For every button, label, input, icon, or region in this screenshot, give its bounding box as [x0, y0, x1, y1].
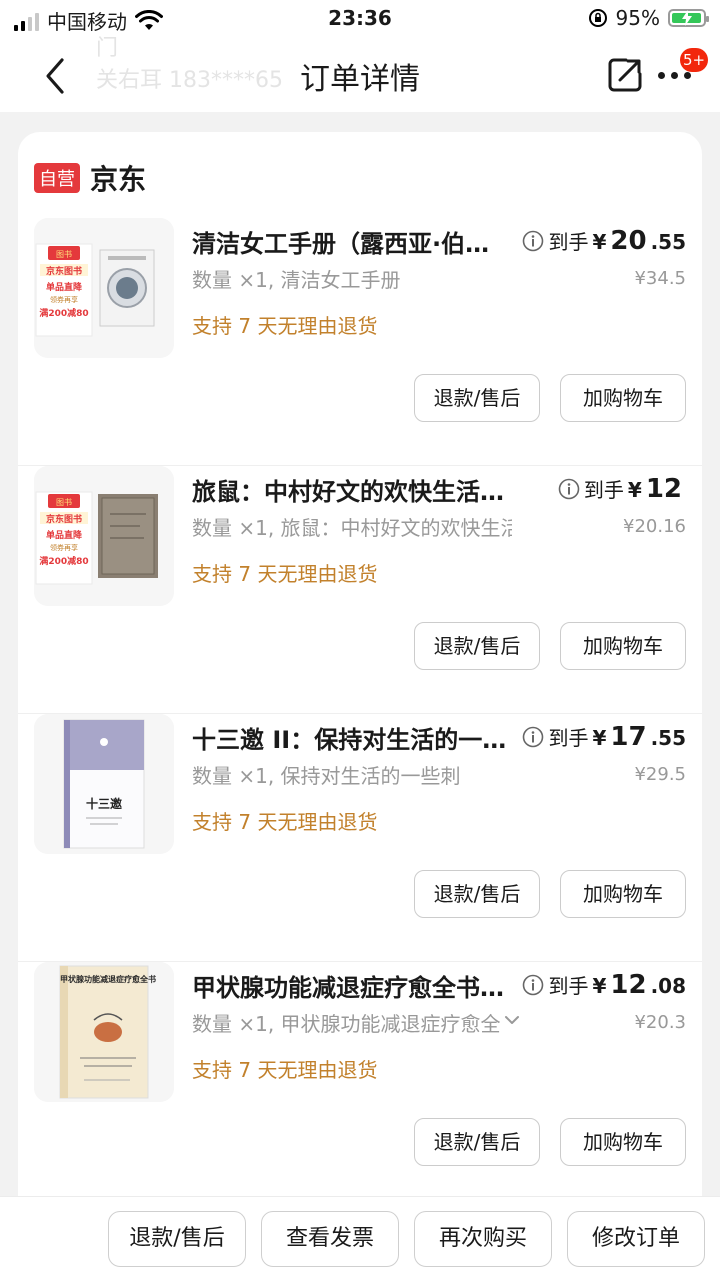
modify-order-button[interactable]: 修改订单 — [567, 1211, 705, 1267]
self-operated-tag: 自营 — [34, 163, 80, 193]
order-item: 十三邀 十三邀 II：保持对生活的一… 到手 ¥17.55 数量 ×1, 保持对… — [18, 714, 702, 962]
currency-symbol: ¥ — [592, 230, 607, 254]
add-to-cart-button[interactable]: 加购物车 — [560, 870, 686, 918]
product-title[interactable]: 清洁女工手册（露西亚·伯… — [192, 224, 522, 259]
more-menu-button[interactable]: 5+ — [656, 48, 709, 96]
refund-button[interactable]: 退款/售后 — [414, 374, 540, 422]
shop-name: 京东 — [90, 163, 147, 196]
product-image: 图书 京东图书 单品直降 领券再享 满200减80 — [34, 466, 174, 606]
order-item: 甲状腺功能减退症疗愈全书 甲状腺功能减退症疗愈全书… 到手 ¥12.08 数量 … — [18, 962, 702, 1210]
product-thumbnail[interactable]: 十三邀 — [34, 714, 174, 854]
final-price-label: 到手 — [583, 478, 624, 502]
svg-text:图书: 图书 — [56, 497, 72, 507]
shop-header[interactable]: 自营 京东 — [34, 158, 146, 198]
price-group: 到手 ¥17.55 — [522, 722, 686, 752]
currency-symbol: ¥ — [592, 726, 607, 750]
price-integer: 12 — [645, 474, 682, 504]
return-policy-note: 支持 7 天无理由退货 — [192, 314, 378, 338]
info-icon[interactable] — [522, 230, 544, 252]
info-icon[interactable] — [522, 974, 544, 996]
refund-button[interactable]: 退款/售后 — [414, 870, 540, 918]
battery-icon — [668, 9, 709, 27]
product-image: 十三邀 — [34, 714, 174, 854]
price-group: 到手 ¥20.55 — [522, 226, 686, 256]
svg-text:满200减80: 满200减80 — [39, 307, 88, 319]
original-price: ¥20.16 — [623, 516, 686, 537]
product-spec: 数量 ×1, 甲状腺功能减退症疗愈全 — [192, 1012, 501, 1036]
original-price: ¥34.5 — [634, 268, 686, 289]
svg-text:京东图书: 京东图书 — [46, 513, 82, 525]
price-decimal: .55 — [650, 726, 686, 750]
price-decimal: .08 — [650, 974, 686, 998]
share-icon[interactable] — [606, 56, 644, 94]
message-badge: 5+ — [680, 48, 709, 72]
currency-symbol: ¥ — [592, 974, 607, 998]
buy-again-button[interactable]: 再次购买 — [414, 1211, 552, 1267]
order-item: 图书 京东图书 单品直降 领券再享 满200减80 清洁女工手册（露西亚·伯… … — [18, 218, 702, 466]
add-to-cart-button[interactable]: 加购物车 — [560, 374, 686, 422]
more-dots-icon — [658, 72, 691, 79]
svg-text:京东图书: 京东图书 — [46, 265, 82, 277]
product-image: 图书 京东图书 单品直降 领券再享 满200减80 — [34, 218, 174, 358]
rotation-lock-icon — [588, 9, 607, 27]
price-integer: 17 — [610, 722, 647, 752]
final-price-label: 到手 — [548, 230, 589, 254]
final-price-label: 到手 — [548, 726, 589, 750]
product-title[interactable]: 十三邀 II：保持对生活的一… — [192, 720, 522, 755]
product-title[interactable]: 甲状腺功能减退症疗愈全书… — [192, 968, 522, 1003]
return-policy-note: 支持 7 天无理由退货 — [192, 810, 378, 834]
product-thumbnail[interactable]: 图书 京东图书 单品直降 领券再享 满200减80 — [34, 218, 174, 358]
order-card: 自营 京东 图书 京东图书 单品直降 领券再享 满200减80 清洁女工手册（露… — [18, 132, 702, 1252]
nav-bar: 门 关右耳 183****65 订单详情 5+ — [0, 36, 720, 112]
info-icon[interactable] — [522, 726, 544, 748]
svg-text:领券再享: 领券再享 — [50, 295, 78, 304]
svg-text:图书: 图书 — [56, 249, 72, 259]
svg-text:满200减80: 满200减80 — [39, 555, 88, 567]
add-to-cart-button[interactable]: 加购物车 — [560, 1118, 686, 1166]
product-spec: 数量 ×1, 保持对生活的一些刺 — [192, 764, 461, 788]
svg-text:单品直降: 单品直降 — [46, 529, 83, 541]
return-policy-note: 支持 7 天无理由退货 — [192, 562, 378, 586]
svg-text:十三邀: 十三邀 — [86, 796, 122, 811]
product-thumbnail[interactable]: 甲状腺功能减退症疗愈全书 — [34, 962, 174, 1102]
price-integer: 12 — [610, 970, 647, 1000]
product-spec: 数量 ×1, 旅鼠：中村好文的欢快生活 — [192, 516, 512, 540]
product-image: 甲状腺功能减退症疗愈全书 — [34, 962, 174, 1102]
return-policy-note: 支持 7 天无理由退货 — [192, 1058, 378, 1082]
price-integer: 20 — [610, 226, 647, 256]
currency-symbol: ¥ — [627, 478, 642, 502]
battery-percent: 95% — [615, 6, 660, 30]
original-price: ¥20.3 — [634, 1012, 686, 1033]
svg-text:单品直降: 单品直降 — [46, 281, 83, 293]
bottom-action-bar: 退款/售后 查看发票 再次购买 修改订单 — [0, 1196, 720, 1280]
product-title[interactable]: 旅鼠：中村好文的欢快生活》… — [192, 472, 522, 507]
svg-text:领券再享: 领券再享 — [50, 543, 78, 552]
price-decimal: .55 — [650, 230, 686, 254]
final-price-label: 到手 — [548, 974, 589, 998]
price-group: 到手 ¥12.08 — [522, 970, 686, 1000]
svg-text:甲状腺功能减退症疗愈全书: 甲状腺功能减退症疗愈全书 — [60, 974, 156, 984]
chevron-down-icon[interactable] — [504, 1014, 520, 1026]
product-thumbnail[interactable]: 图书 京东图书 单品直降 领券再享 满200减80 — [34, 466, 174, 606]
order-item: 图书 京东图书 单品直降 领券再享 满200减80 旅鼠：中村好文的欢快生活》…… — [18, 466, 702, 714]
product-spec: 数量 ×1, 清洁女工手册 — [192, 268, 401, 292]
status-right: 95% — [588, 6, 709, 30]
add-to-cart-button[interactable]: 加购物车 — [560, 622, 686, 670]
original-price: ¥29.5 — [634, 764, 686, 785]
refund-button[interactable]: 退款/售后 — [414, 1118, 540, 1166]
price-group: 到手 ¥12 — [558, 474, 686, 504]
refund-aftersale-button[interactable]: 退款/售后 — [108, 1211, 246, 1267]
view-invoice-button[interactable]: 查看发票 — [261, 1211, 399, 1267]
info-icon[interactable] — [558, 478, 580, 500]
refund-button[interactable]: 退款/售后 — [414, 622, 540, 670]
